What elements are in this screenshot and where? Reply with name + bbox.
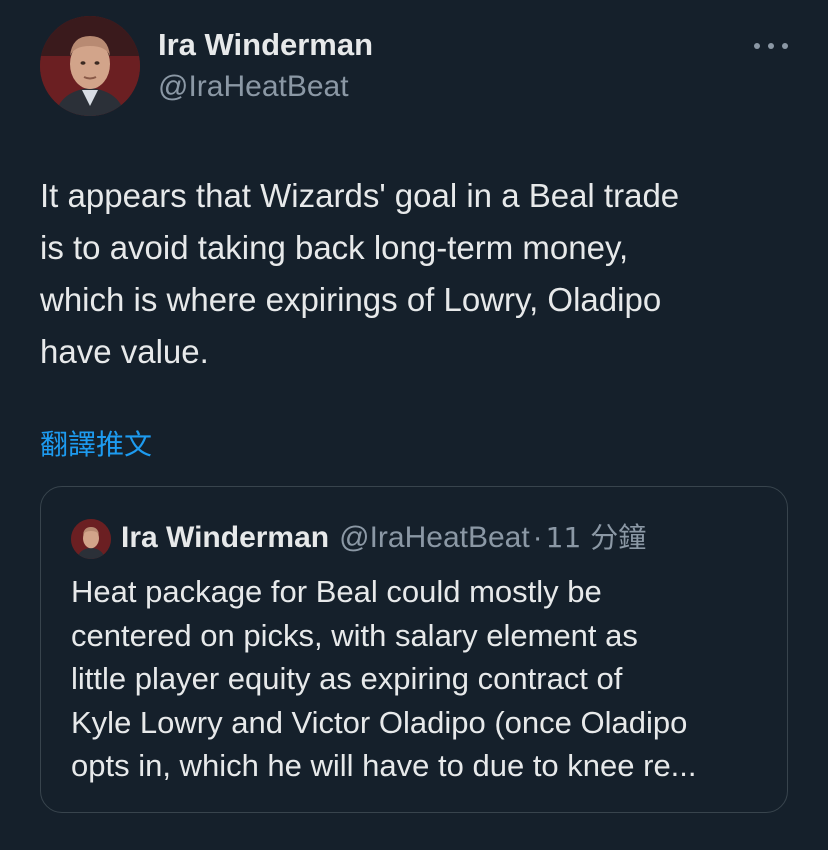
author-info: Ira Winderman @IraHeatBeat bbox=[158, 26, 373, 106]
quote-avatar bbox=[71, 519, 111, 559]
more-horizontal-icon bbox=[768, 43, 774, 49]
quote-separator: · bbox=[532, 521, 543, 554]
quoted-tweet[interactable]: Ira Winderman @IraHeatBeat · 11 分鐘 Heat … bbox=[40, 486, 788, 813]
avatar[interactable] bbox=[40, 16, 140, 116]
quote-author-name: Ira Winderman bbox=[121, 521, 330, 554]
quote-avatar-image bbox=[71, 519, 111, 559]
translate-tweet-link[interactable]: 翻譯推文 bbox=[40, 425, 152, 465]
author-name[interactable]: Ira Winderman bbox=[158, 26, 373, 64]
tweet-card: Ira Winderman @IraHeatBeat It appears th… bbox=[0, 0, 828, 850]
quote-header: Ira Winderman @IraHeatBeat · 11 分鐘 bbox=[121, 518, 646, 558]
quote-author-handle: @IraHeatBeat bbox=[339, 521, 530, 554]
quote-timestamp: 11 分鐘 bbox=[545, 521, 647, 554]
quote-text: Heat package for Beal could mostly be ce… bbox=[71, 574, 697, 783]
more-options-button[interactable] bbox=[754, 36, 788, 56]
tweet-text: It appears that Wizards' goal in a Beal … bbox=[40, 177, 680, 370]
more-horizontal-icon bbox=[754, 43, 760, 49]
author-handle[interactable]: @IraHeatBeat bbox=[158, 68, 373, 106]
avatar-image bbox=[40, 16, 140, 116]
more-horizontal-icon bbox=[782, 43, 788, 49]
